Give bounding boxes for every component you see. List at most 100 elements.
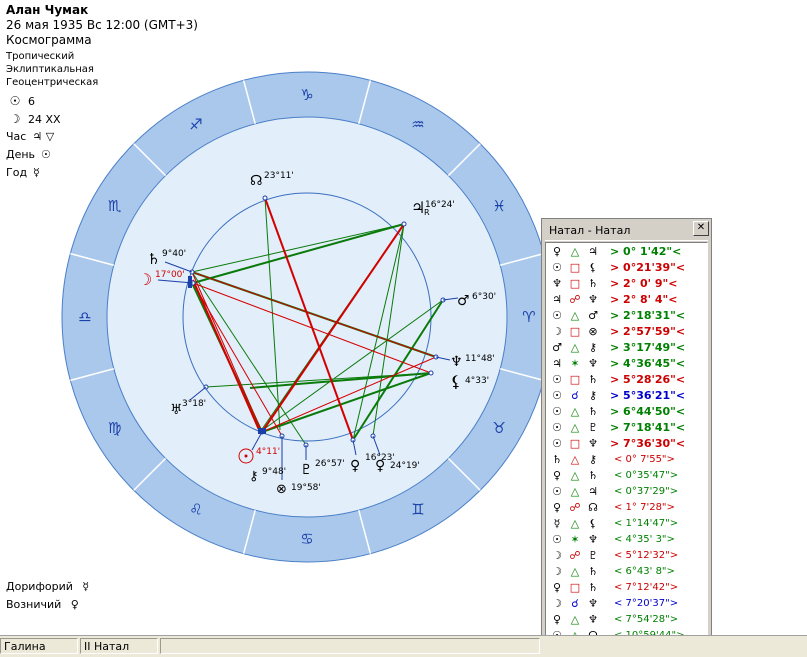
planet2-icon: ♇ bbox=[588, 548, 598, 562]
planet1-icon: ♂ bbox=[552, 340, 562, 354]
fortune-glyph: ⊗ bbox=[276, 482, 287, 497]
node-glyph: ☊ bbox=[250, 173, 262, 189]
status-user[interactable]: Галина bbox=[0, 638, 78, 654]
planet1-icon: ☉ bbox=[552, 436, 562, 450]
aspect-row[interactable]: ☉ △ ♄ > 6°44'50"< bbox=[546, 403, 707, 419]
aspect-row[interactable]: ☽ ☌ ♆ < 7°20'37"> bbox=[546, 595, 707, 611]
pluto-label: 26°57' bbox=[315, 459, 345, 469]
planet1-icon: ♀ bbox=[552, 580, 562, 594]
charioteer-row: Возничий ♀ bbox=[6, 596, 89, 614]
planet2-icon: ☊ bbox=[588, 500, 598, 514]
summary-moon-value: 24 XX bbox=[28, 112, 61, 126]
close-icon[interactable]: ✕ bbox=[693, 221, 709, 236]
aspect-row[interactable]: ☉ △ ♃ < 0°37'29"> bbox=[546, 483, 707, 499]
moon-glyph: ☽ bbox=[138, 270, 152, 289]
aspect-icon: □ bbox=[569, 372, 581, 386]
aspect-row[interactable]: ♃ ✶ ♆ > 4°36'45"< bbox=[546, 355, 707, 371]
aspect-icon: □ bbox=[569, 276, 581, 290]
aspect-row[interactable]: ☉ △ ♂ > 2°18'31"< bbox=[546, 307, 707, 323]
chart-type: Космограмма bbox=[6, 33, 92, 47]
aspect-icon: △ bbox=[570, 564, 580, 578]
node-label: 23°11' bbox=[264, 171, 294, 181]
aspect-row[interactable]: ♀ △ ♄ < 0°35'47"> bbox=[546, 467, 707, 483]
aspect-row[interactable]: ☿ △ ⚸ < 1°14'47"> bbox=[546, 515, 707, 531]
lilith-glyph: ⚸ bbox=[450, 372, 462, 391]
planet1-icon: ♀ bbox=[552, 612, 562, 626]
aspect-orb: > 3°17'49"< bbox=[610, 340, 686, 354]
planet1-icon: ☉ bbox=[552, 404, 562, 418]
scorpio-sign-icon: ♏ bbox=[108, 197, 122, 215]
aspects-panel[interactable]: Натал - Натал ✕ ♀ △ ♃ > 0° 1'42"< ☉ □ ⚸ > 0°21'… bbox=[541, 218, 712, 656]
aspect-row[interactable]: ☽ □ ⊗ > 2°57'59"< bbox=[546, 323, 707, 339]
aspect-row[interactable]: ♃ ☍ ♆ > 2° 8' 4"< bbox=[546, 291, 707, 307]
sun-icon: ☉ bbox=[9, 94, 21, 108]
libra-sign-icon: ♎ bbox=[78, 308, 91, 326]
aspect-orb: > 7°18'41"< bbox=[610, 420, 686, 434]
planet2-icon: ⚸ bbox=[588, 260, 598, 274]
charioteer-label: Возничий bbox=[6, 598, 62, 611]
leo-sign-icon: ♌ bbox=[189, 500, 202, 518]
mars-label: 6°30' bbox=[472, 292, 496, 302]
planet1-icon: ☽ bbox=[552, 596, 562, 610]
aspect-row[interactable]: ☽ △ ♄ < 6°43' 8"> bbox=[546, 563, 707, 579]
aspect-row[interactable]: ☉ ✶ ♆ < 4°35' 3"> bbox=[546, 531, 707, 547]
saturn-glyph: ♄ bbox=[147, 250, 160, 268]
aspect-row[interactable]: ☉ □ ⚸ > 0°21'39"< bbox=[546, 259, 707, 275]
hour-value: ♃ ▽ bbox=[32, 130, 55, 143]
aspect-row[interactable]: ♂ △ ⚷ > 3°17'49"< bbox=[546, 339, 707, 355]
aspect-row[interactable]: ♀ ☍ ☊ < 1° 7'28"> bbox=[546, 499, 707, 515]
planet1-icon: ☽ bbox=[552, 324, 562, 338]
aspect-icon: □ bbox=[569, 436, 581, 450]
planet1-icon: ☿ bbox=[553, 516, 561, 530]
dorifory-row: Дорифорий ☿ bbox=[6, 578, 89, 596]
aspect-row[interactable]: ☉ □ ♆ > 7°36'30"< bbox=[546, 435, 707, 451]
sagittarius-sign-icon: ♐ bbox=[189, 116, 202, 134]
status-mode[interactable]: II Натал bbox=[80, 638, 158, 654]
aspect-icon: ☍ bbox=[569, 500, 581, 514]
aspect-orb: < 7°20'37"> bbox=[614, 597, 679, 609]
aspect-icon: △ bbox=[570, 340, 580, 354]
neptune-label: 11°48' bbox=[465, 354, 495, 364]
setting-coordinates: Эклиптикальная bbox=[6, 64, 94, 75]
aspect-circle bbox=[182, 192, 432, 442]
aspect-row[interactable]: ♀ △ ♆ < 7°54'28"> bbox=[546, 611, 707, 627]
aspect-orb: > 2°18'31"< bbox=[610, 308, 686, 322]
planet2-icon: ♄ bbox=[588, 276, 598, 290]
setting-zodiac: Тропический bbox=[6, 51, 75, 62]
aspect-row[interactable]: ♀ △ ♃ > 0° 1'42"< bbox=[546, 243, 707, 259]
aspect-row[interactable]: ☉ □ ♄ > 5°28'26"< bbox=[546, 371, 707, 387]
aspect-orb: > 4°36'45"< bbox=[610, 356, 686, 370]
planet1-icon: ☉ bbox=[552, 388, 562, 402]
chart-header: Алан Чумак 26 мая 1935 Вс 12:00 (GMT+3) … bbox=[6, 3, 198, 48]
aspect-orb: > 7°36'30"< bbox=[610, 436, 686, 450]
planet2-icon: ♆ bbox=[588, 532, 598, 546]
person-name: Алан Чумак bbox=[6, 3, 89, 17]
aspect-row[interactable]: ☉ ☌ ⚷ > 5°36'21"< bbox=[546, 387, 707, 403]
planet2-icon: ♆ bbox=[588, 436, 598, 450]
aspect-row[interactable]: ♄ △ ⚷ < 0° 7'55"> bbox=[546, 451, 707, 467]
aspect-row[interactable]: ☉ △ ♇ > 7°18'41"< bbox=[546, 419, 707, 435]
planet2-icon: ♃ bbox=[588, 484, 598, 498]
dorifory-list: Дорифорий ☿ Возничий ♀ bbox=[6, 578, 89, 614]
planet2-icon: ♄ bbox=[588, 580, 598, 594]
aspect-row[interactable]: ♀ □ ♄ < 7°12'42"> bbox=[546, 579, 707, 595]
aspect-icon: ☌ bbox=[571, 388, 579, 402]
planet1-icon: ♀ bbox=[552, 468, 562, 482]
planet2-icon: ♄ bbox=[588, 372, 598, 386]
planet2-icon: ♃ bbox=[588, 244, 598, 258]
aspects-list[interactable]: ♀ △ ♃ > 0° 1'42"< ☉ □ ⚸ > 0°21'39"< ♆ □ ♄ > 2° 0' 9… bbox=[545, 242, 708, 655]
taurus-sign-icon: ♉ bbox=[493, 419, 506, 437]
planet2-icon: ♇ bbox=[588, 420, 598, 434]
aspect-icon: △ bbox=[570, 420, 580, 434]
aspect-icon: ☌ bbox=[571, 596, 579, 610]
setting-center: Геоцентрическая bbox=[6, 77, 99, 88]
aspects-panel-titlebar[interactable]: Натал - Натал bbox=[545, 222, 708, 241]
planet2-icon: ⚷ bbox=[588, 340, 598, 354]
mercury-icon: ☿ bbox=[82, 580, 90, 593]
status-bar: Галина II Натал bbox=[0, 635, 807, 657]
aspect-row[interactable]: ☽ ☍ ♇ < 5°12'32"> bbox=[546, 547, 707, 563]
aspect-orb: > 2° 0' 9"< bbox=[610, 276, 678, 290]
planet2-icon: ♄ bbox=[588, 564, 598, 578]
aspect-row[interactable]: ♆ □ ♄ > 2° 0' 9"< bbox=[546, 275, 707, 291]
moon-label: 17°00' bbox=[155, 270, 185, 280]
